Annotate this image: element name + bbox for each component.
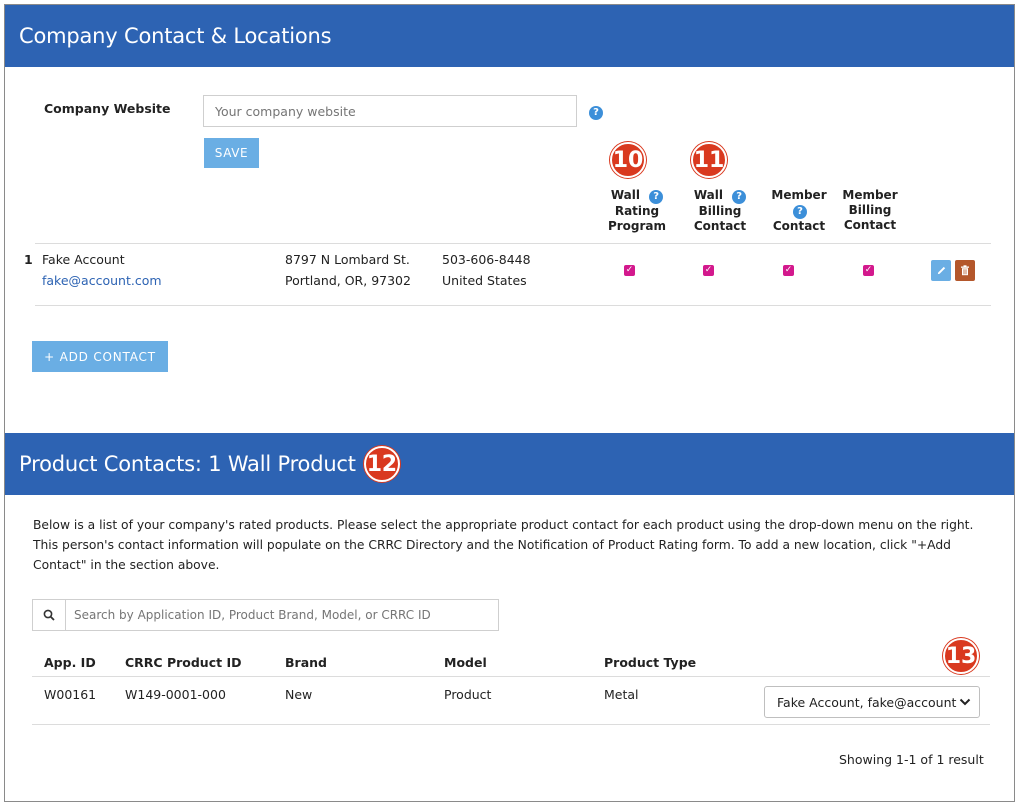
th-app-id: App. ID	[44, 655, 96, 670]
col-wall-rating-program: Wall ? Rating Program	[607, 188, 667, 234]
search-icon-box[interactable]	[33, 600, 66, 630]
col1-line2: Rating	[614, 204, 660, 218]
badge-13: 13	[943, 638, 979, 674]
col3-line2: Contact	[772, 219, 826, 233]
delete-button[interactable]	[955, 260, 975, 281]
th-brand: Brand	[285, 655, 327, 670]
col-wall-billing-contact: Wall ? Billing Contact	[689, 188, 751, 234]
page-frame: Company Contact & Locations Company Webs…	[4, 4, 1015, 802]
website-label: Company Website	[44, 101, 171, 116]
th-product-type: Product Type	[604, 655, 697, 670]
contact-email-link[interactable]: fake@account.com	[42, 271, 162, 291]
select-value: Fake Account, fake@account	[777, 694, 957, 710]
contact-address-line2: Portland, OR, 97302	[285, 273, 411, 288]
th-model: Model	[444, 655, 487, 670]
col3-line1: Member	[771, 188, 827, 202]
trash-icon	[961, 265, 969, 276]
wall-rating-help-icon[interactable]: ?	[649, 190, 664, 204]
cell-app-id: W00161	[44, 687, 97, 702]
divider	[35, 243, 991, 244]
badge-12: 12	[363, 446, 400, 482]
col2-line3: Contact	[693, 219, 747, 233]
divider	[32, 676, 990, 677]
wall-billing-checkbox[interactable]: ✓	[703, 265, 714, 276]
col4-line3: Contact	[843, 218, 897, 232]
search-icon	[43, 609, 55, 621]
badge-10: 10	[610, 142, 646, 178]
member-contact-checkbox[interactable]: ✓	[783, 265, 794, 276]
product-search[interactable]	[32, 599, 499, 631]
products-title: Product Contacts: 1 Wall Product	[19, 452, 356, 476]
contact-name: Fake Account	[42, 252, 125, 267]
th-crrc-id: CRRC Product ID	[125, 655, 242, 670]
col2-line2: Billing	[698, 204, 742, 218]
col-member-billing-contact: Member Billing Contact	[840, 188, 900, 233]
products-header: Product Contacts: 1 Wall Product 12	[5, 433, 1014, 495]
cell-crrc-id: W149-0001-000	[125, 687, 226, 702]
col4-line1: Member	[842, 188, 898, 202]
contact-index: 1	[24, 252, 33, 267]
pencil-icon	[937, 266, 945, 275]
contact-address-line1: 8797 N Lombard St.	[285, 252, 410, 267]
contact-phone: 503-606-8448	[442, 252, 531, 267]
result-count: Showing 1-1 of 1 result	[839, 752, 984, 767]
chevron-down-icon	[959, 698, 971, 706]
divider	[32, 724, 990, 725]
products-description: Below is a list of your company's rated …	[33, 518, 974, 572]
member-contact-help-icon[interactable]: ?	[793, 205, 807, 219]
locations-header: Company Contact & Locations	[5, 5, 1014, 67]
col-member-contact: Member ? Contact	[764, 188, 834, 234]
website-input[interactable]	[203, 95, 577, 127]
search-input[interactable]	[66, 600, 498, 630]
member-billing-checkbox[interactable]: ✓	[863, 265, 874, 276]
divider	[35, 305, 991, 306]
save-button[interactable]: SAVE	[204, 138, 259, 168]
contact-country: United States	[442, 273, 527, 288]
col1-line1: Wall	[610, 188, 640, 202]
product-contact-select[interactable]: Fake Account, fake@account	[764, 686, 980, 718]
add-contact-button[interactable]: + ADD CONTACT	[32, 341, 168, 372]
website-help-icon[interactable]: ?	[589, 106, 603, 120]
locations-title: Company Contact & Locations	[19, 24, 332, 48]
col4-line2: Billing	[848, 203, 892, 217]
cell-model: Product	[444, 687, 492, 702]
col1-line3: Program	[607, 219, 667, 233]
cell-product-type: Metal	[604, 687, 639, 702]
cell-brand: New	[285, 687, 313, 702]
wall-rating-checkbox[interactable]: ✓	[624, 265, 635, 276]
col2-line1: Wall	[693, 188, 723, 202]
wall-billing-help-icon[interactable]: ?	[732, 190, 747, 204]
edit-button[interactable]	[931, 260, 951, 281]
badge-11: 11	[691, 142, 727, 178]
